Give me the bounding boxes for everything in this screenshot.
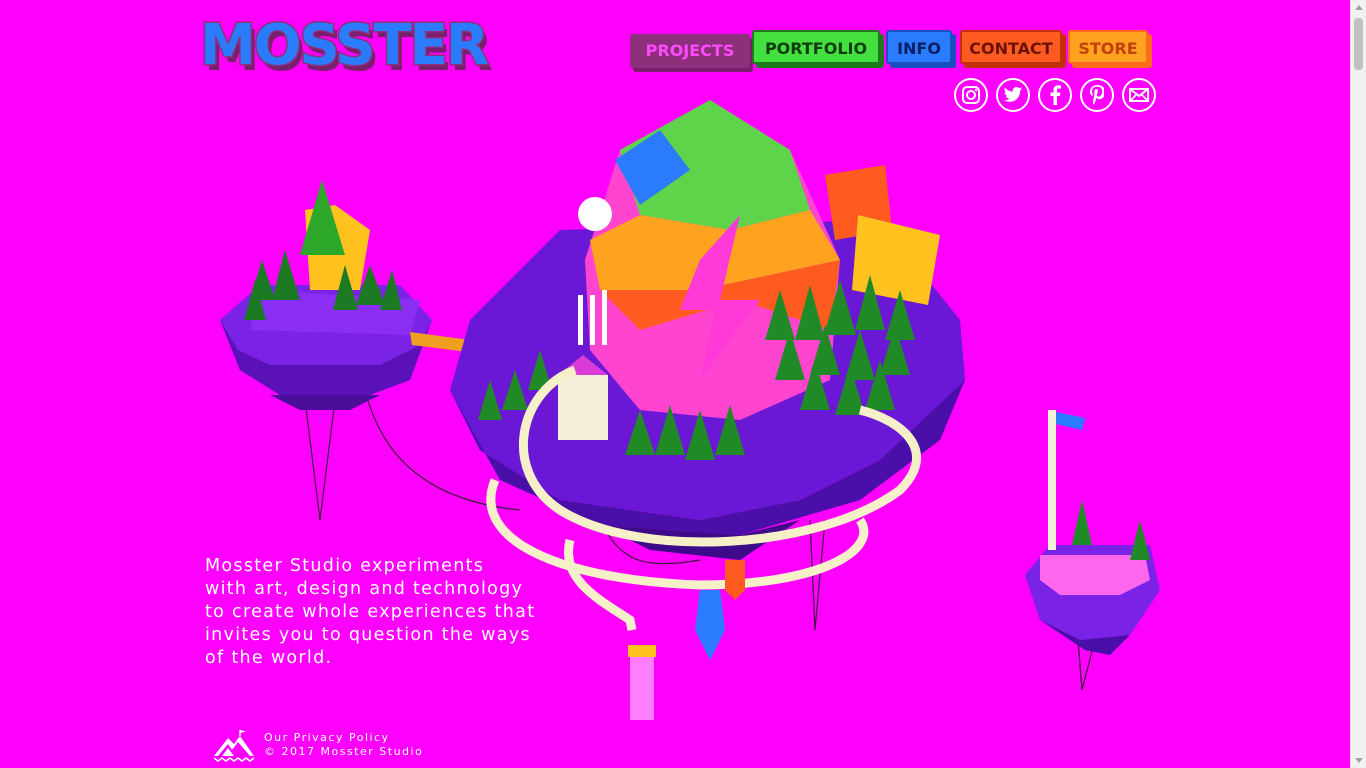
nav-store-button[interactable]: STORE (1068, 30, 1148, 64)
nav-projects-button[interactable]: PROJECTS (630, 34, 750, 68)
page-scrollbar[interactable] (1350, 0, 1366, 768)
pinterest-icon (1090, 85, 1104, 105)
scroll-up-icon[interactable] (1355, 5, 1363, 10)
copyright-text: © 2017 Mosster Studio (264, 745, 424, 758)
instagram-link[interactable] (954, 78, 988, 112)
floating-islands-illustration (220, 100, 1160, 720)
twitter-link[interactable] (996, 78, 1030, 112)
studio-intro: Mosster Studio experiments with art, des… (205, 555, 565, 670)
facebook-icon (1050, 85, 1061, 105)
footer-mountain-logo (213, 730, 255, 762)
intro-line: with art, design and technology (205, 579, 524, 599)
nav-info-label: INFO (897, 39, 941, 58)
nav-store-label: STORE (1078, 39, 1138, 58)
nav-projects-label: PROJECTS (645, 41, 735, 60)
instagram-icon (962, 86, 980, 104)
pinterest-link[interactable] (1080, 78, 1114, 112)
privacy-policy-link[interactable]: Our Privacy Policy (264, 731, 423, 745)
nav-contact-button[interactable]: CONTACT (960, 30, 1062, 64)
nav-info-button[interactable]: INFO (886, 30, 952, 64)
twitter-icon (1003, 86, 1023, 102)
intro-line: to create whole experiences that (205, 602, 536, 622)
svg-text:MOSSTER: MOSSTER (200, 13, 488, 74)
facebook-link[interactable] (1038, 78, 1072, 112)
intro-line: Mosster Studio experiments (205, 556, 485, 576)
footer: Our Privacy Policy © 2017 Mosster Studio (264, 731, 423, 759)
nav-portfolio-label: PORTFOLIO (764, 39, 868, 58)
intro-line: invites you to question the ways (205, 625, 531, 645)
nav-contact-label: CONTACT (969, 39, 1053, 58)
scroll-down-icon[interactable] (1355, 758, 1363, 763)
intro-line: of the world. (205, 648, 333, 668)
email-icon (1129, 88, 1149, 102)
scrollbar-thumb[interactable] (1354, 18, 1363, 70)
email-link[interactable] (1122, 78, 1156, 112)
mosster-logo[interactable]: MOSSTER MOSSTER (196, 10, 508, 75)
nav-portfolio-button[interactable]: PORTFOLIO (752, 30, 880, 64)
